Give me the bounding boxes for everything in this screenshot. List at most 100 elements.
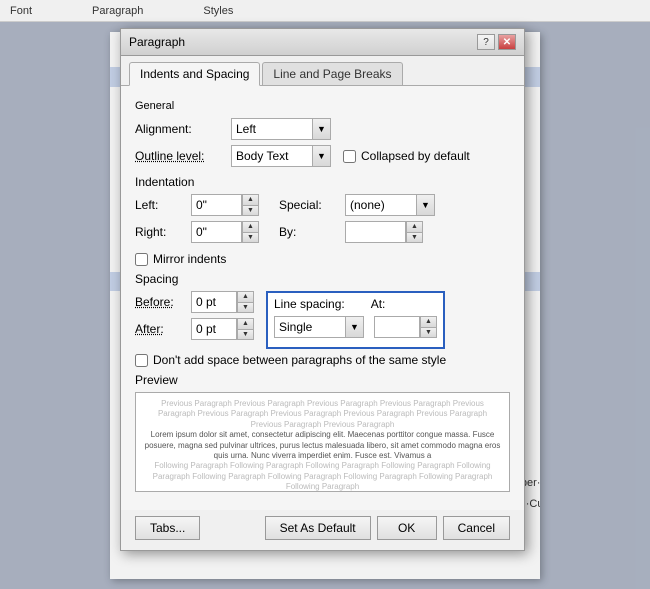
before-input-group: ▲ ▼ <box>191 291 254 313</box>
preview-label: Preview <box>135 373 510 387</box>
alignment-row: Alignment: ▼ <box>135 118 510 140</box>
mirror-label: Mirror indents <box>153 252 226 266</box>
at-spinner-down[interactable]: ▼ <box>420 328 436 338</box>
special-label: Special: <box>279 198 339 212</box>
alignment-label: Alignment: <box>135 122 225 136</box>
styles-label: Styles <box>203 5 233 17</box>
tab-indents-spacing[interactable]: Indents and Spacing <box>129 62 260 86</box>
ribbon-bar: Font Paragraph Styles <box>0 0 650 22</box>
left-input-group: ▲ ▼ <box>191 194 259 216</box>
right-input-group: ▲ ▼ <box>191 221 259 243</box>
set-as-default-button[interactable]: Set As Default <box>265 516 371 540</box>
special-dropdown-btn[interactable]: ▼ <box>416 195 434 215</box>
general-section-label: General <box>135 100 510 112</box>
outline-input[interactable] <box>232 147 312 165</box>
alignment-input[interactable] <box>232 120 312 138</box>
tab-line-page-breaks[interactable]: Line and Page Breaks <box>262 62 402 85</box>
spacing-section-label: Spacing <box>135 272 510 286</box>
before-spinner-down[interactable]: ▼ <box>237 303 253 313</box>
line-spacing-section: Line spacing: At: ▼ ▲ ▼ <box>266 291 445 349</box>
before-spinner-up[interactable]: ▲ <box>237 292 253 303</box>
line-spacing-combo[interactable]: ▼ <box>274 316 364 338</box>
after-spinner-up[interactable]: ▲ <box>237 319 253 330</box>
by-label: By: <box>279 225 339 239</box>
paragraph-label: Paragraph <box>92 5 143 17</box>
by-spinner[interactable]: ▲ ▼ <box>405 221 423 243</box>
by-row: By: ▲ ▼ <box>279 221 435 243</box>
tabs-button[interactable]: Tabs... <box>135 516 200 540</box>
right-row: Right: ▲ ▼ <box>135 221 259 243</box>
outline-dropdown-btn[interactable]: ▼ <box>312 146 330 166</box>
mirror-checkbox[interactable] <box>135 253 148 266</box>
indentation-special: Special: ▼ By: ▲ ▼ <box>279 194 435 248</box>
preview-gray-2: Following Paragraph Following Paragraph … <box>142 461 503 492</box>
preview-black: Lorem ipsum dolor sit amet, consectetur … <box>142 430 503 461</box>
collapsed-checkbox-row: Collapsed by default <box>343 149 470 163</box>
at-spinner-up[interactable]: ▲ <box>420 317 436 328</box>
dont-add-space-row: Don't add space between paragraphs of th… <box>135 353 510 367</box>
outline-combo[interactable]: ▼ <box>231 145 331 167</box>
titlebar-buttons: ? ✕ <box>477 34 516 50</box>
by-input[interactable] <box>345 221 405 243</box>
right-spinner[interactable]: ▲ ▼ <box>241 221 259 243</box>
by-spinner-up[interactable]: ▲ <box>406 222 422 233</box>
indentation-label: Indentation <box>135 175 510 189</box>
collapsed-checkbox[interactable] <box>343 150 356 163</box>
alignment-combo[interactable]: ▼ <box>231 118 331 140</box>
before-label: Before: <box>135 295 185 309</box>
special-row: Special: ▼ <box>279 194 435 216</box>
after-input[interactable] <box>191 318 236 340</box>
dialog-help-button[interactable]: ? <box>477 34 495 50</box>
footer-left: Tabs... <box>135 516 259 540</box>
left-spinner[interactable]: ▲ ▼ <box>241 194 259 216</box>
right-spinner-down[interactable]: ▼ <box>242 233 258 243</box>
before-row: Before: ▲ ▼ <box>135 291 254 313</box>
font-label: Font <box>10 5 32 17</box>
dialog-footer: Tabs... Set As Default OK Cancel <box>121 510 524 550</box>
at-spinner[interactable]: ▲ ▼ <box>419 316 437 338</box>
after-row: After: ▲ ▼ <box>135 318 254 340</box>
line-spacing-dropdown-btn[interactable]: ▼ <box>345 317 363 337</box>
right-label: Right: <box>135 225 185 239</box>
line-spacing-label-row: Line spacing: At: <box>274 297 437 311</box>
indentation-left-right: Left: ▲ ▼ Right: ▲ <box>135 194 259 248</box>
special-input[interactable] <box>346 196 416 214</box>
right-input[interactable] <box>191 221 241 243</box>
preview-gray-1: Previous Paragraph Previous Paragraph Pr… <box>142 399 503 430</box>
at-input-group: ▲ ▼ <box>374 316 437 338</box>
dont-add-space-checkbox[interactable] <box>135 354 148 367</box>
paragraph-dialog: Paragraph ? ✕ Indents and Spacing Line a… <box>120 28 525 551</box>
after-spinner[interactable]: ▲ ▼ <box>236 318 254 340</box>
line-spacing-label: Line spacing: <box>274 297 345 311</box>
collapsed-label: Collapsed by default <box>361 149 470 163</box>
spacing-outer: Before: ▲ ▼ After: ▲ <box>135 291 510 349</box>
after-input-group: ▲ ▼ <box>191 318 254 340</box>
left-label: Left: <box>135 198 185 212</box>
cancel-button[interactable]: Cancel <box>443 516 510 540</box>
left-spinner-down[interactable]: ▼ <box>242 206 258 216</box>
before-input[interactable] <box>191 291 236 313</box>
dialog-titlebar: Paragraph ? ✕ <box>121 29 524 56</box>
dont-add-space-label: Don't add space between paragraphs of th… <box>153 353 446 367</box>
indentation-section: Left: ▲ ▼ Right: ▲ <box>135 194 510 248</box>
dialog-close-button[interactable]: ✕ <box>498 34 516 50</box>
ok-button[interactable]: OK <box>377 516 437 540</box>
at-label: At: <box>371 297 386 311</box>
right-spinner-up[interactable]: ▲ <box>242 222 258 233</box>
after-label: After: <box>135 322 185 336</box>
line-spacing-input[interactable] <box>275 318 345 336</box>
by-spinner-down[interactable]: ▼ <box>406 233 422 243</box>
left-input[interactable] <box>191 194 241 216</box>
left-spinner-up[interactable]: ▲ <box>242 195 258 206</box>
special-combo[interactable]: ▼ <box>345 194 435 216</box>
by-input-group: ▲ ▼ <box>345 221 423 243</box>
dialog-title: Paragraph <box>129 35 185 49</box>
outline-label: Outline level: <box>135 149 225 163</box>
left-row: Left: ▲ ▼ <box>135 194 259 216</box>
dialog-body: General Alignment: ▼ Outline level: ▼ Co… <box>121 86 524 510</box>
at-input[interactable] <box>374 316 419 338</box>
after-spinner-down[interactable]: ▼ <box>237 330 253 340</box>
mirror-row: Mirror indents <box>135 252 510 266</box>
before-spinner[interactable]: ▲ ▼ <box>236 291 254 313</box>
alignment-dropdown-btn[interactable]: ▼ <box>312 119 330 139</box>
